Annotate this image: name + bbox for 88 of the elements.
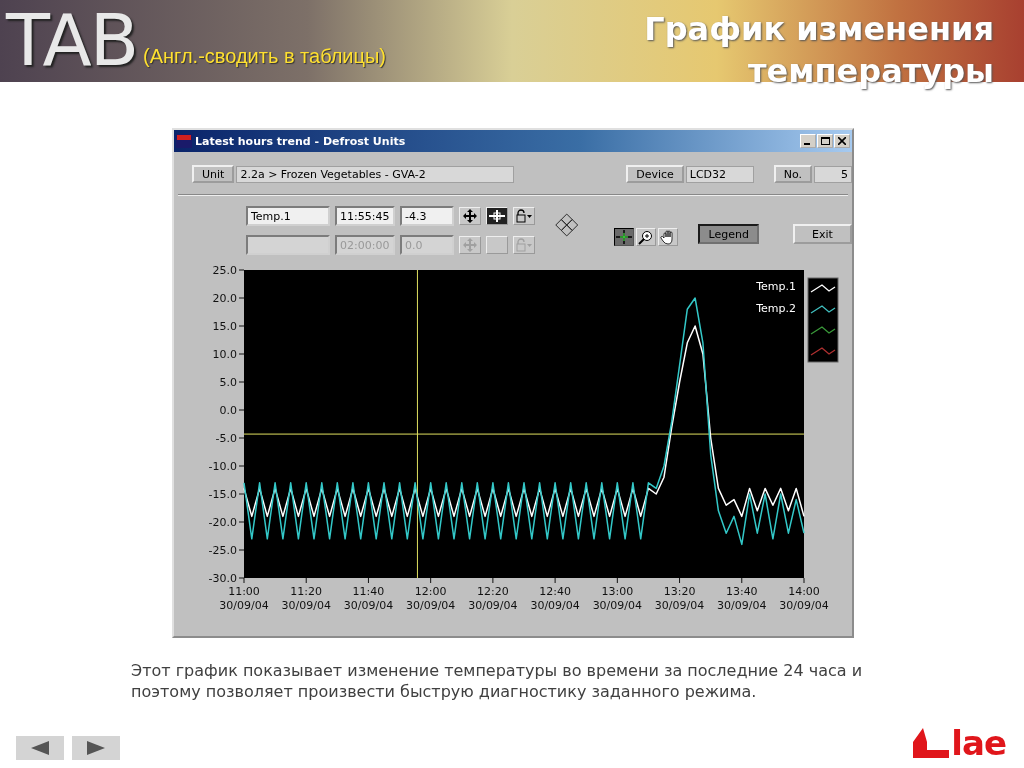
y-tick [238,549,245,551]
y-tick [238,465,245,467]
y-axis-label: -30.0 [208,572,237,585]
y-tick [238,325,245,327]
app-icon [176,134,192,148]
zoom-tool-button[interactable] [636,228,657,246]
y-axis-label: -5.0 [215,432,237,445]
series-label: Temp.2 [756,302,796,315]
y-axis-label: -20.0 [208,516,237,529]
logo-mark-icon [913,728,950,758]
x-tick [803,577,805,584]
y-tick [238,381,245,383]
x-axis-label: 11:00 30/09/04 [219,585,269,612]
y-tick [238,297,245,299]
x-tick [492,577,494,584]
info-button[interactable]: Unit [192,165,235,183]
y-axis-label: 15.0 [212,320,237,333]
info-button[interactable]: No. [773,165,813,183]
move-cursor-button[interactable] [459,207,481,225]
x-tick [741,577,743,584]
y-axis-label: -15.0 [208,488,237,501]
y-axis-label: 20.0 [212,292,237,305]
y-tick [238,493,245,495]
x-tick [305,577,307,584]
y-tick [238,437,245,439]
cursor-move-pad-icon[interactable] [555,210,579,240]
x-tick [554,577,556,584]
x-axis-label: 11:40 30/09/04 [343,585,394,612]
slide-title: График изменения температуры [643,9,995,92]
y-tick [238,521,245,523]
crosshair-tool-button[interactable] [614,228,635,246]
x-tick [430,577,432,584]
cursor-name-field[interactable]: Temp.1 [246,206,330,226]
next-slide-button[interactable] [72,736,120,760]
x-axis-label: 12:40 30/09/04 [530,585,580,612]
info-field: LCD32 [685,165,754,183]
previous-slide-button[interactable] [16,736,64,760]
crosshair-icon [488,209,506,223]
info-field: 5 [814,165,852,183]
info-field: 2.2a > Frozen Vegetables - GVA-2 [236,165,515,183]
brand-logo: lae [951,726,1006,760]
lock-menu-button[interactable] [513,207,535,225]
y-tick [238,409,245,411]
y-axis-label: -25.0 [208,544,237,557]
banner-logo: TAB [6,2,138,78]
y-axis-label: -10.0 [208,460,237,473]
y-tick [238,269,245,271]
magnifier-icon [638,229,655,245]
close-icon [838,137,846,145]
cursor-time-field[interactable]: 11:55:45 [335,206,395,226]
y-axis-label: 25.0 [212,264,237,277]
x-axis-label: 11:20 30/09/04 [281,585,331,612]
lock-icon [515,209,533,223]
minimize-button[interactable] [800,134,816,148]
x-tick [616,577,618,584]
four-arrows-icon [462,208,478,224]
x-axis-label: 12:20 30/09/04 [468,585,518,612]
x-axis-label: 12:00 30/09/04 [405,585,456,612]
x-axis-label: 14:00 30/09/04 [779,585,829,612]
lock-icon [515,238,533,252]
y-tick [238,577,245,579]
right-arrow-icon [87,741,105,755]
hand-tool-button[interactable] [658,228,679,246]
info-button[interactable]: Device [626,165,684,183]
y-tick [238,353,245,355]
close-button[interactable] [834,134,850,148]
legend-button[interactable]: Legend [698,224,759,244]
cursor-value-field[interactable]: -4.3 [400,206,454,226]
x-tick [367,577,369,584]
slide-caption: Этот график показывает изменение температуры во времени за последние 24 часа и поэтому позволяет произвести быструю диагностику заданного режима. [131,660,864,702]
series-label: Temp.1 [756,280,796,293]
crosshair-icon [616,230,633,244]
x-axis-label: 13:00 30/09/04 [592,585,643,612]
maximize-button[interactable] [817,134,833,148]
y-axis-label: 10.0 [212,348,237,361]
x-axis-label: 13:40 30/09/04 [717,585,767,612]
y-axis-label: 0.0 [219,404,237,417]
x-tick [243,577,245,584]
window-title: Latest hours trend - Defrost Units [195,134,407,148]
four-arrows-icon [462,237,478,253]
left-arrow-icon [31,741,49,755]
y-axis-label: 5.0 [219,376,237,389]
exit-button[interactable]: Exit [792,224,852,244]
banner-subtitle: (Англ.-сводить в таблицы) [143,45,387,68]
x-axis-label: 13:20 30/09/04 [654,585,705,612]
x-tick [679,577,681,584]
maximize-icon [820,137,830,145]
cursor-style-button[interactable] [486,207,508,225]
